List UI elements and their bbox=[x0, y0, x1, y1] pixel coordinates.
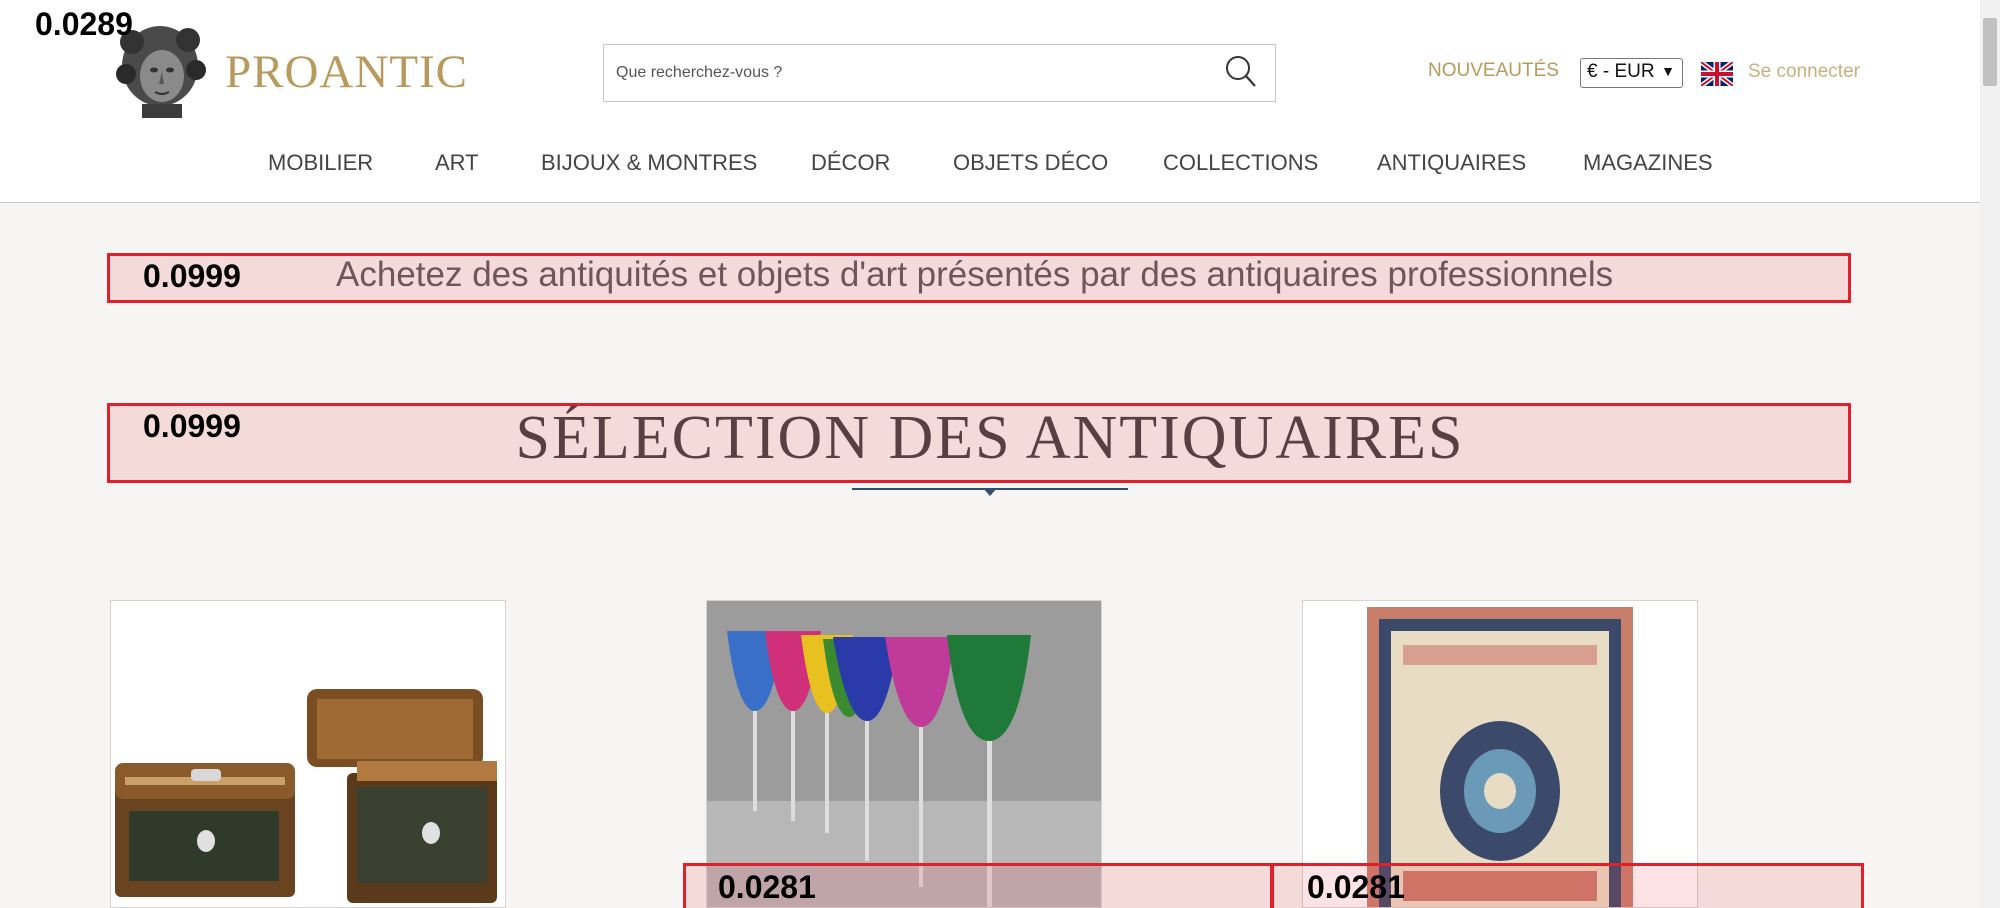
nav-item-collections[interactable]: COLLECTIONS bbox=[1163, 150, 1318, 176]
scrollbar[interactable] bbox=[1980, 0, 2000, 908]
nav-item-bijoux-montres[interactable]: BIJOUX & MONTRES bbox=[541, 150, 757, 176]
brand-name[interactable]: PROANTIC bbox=[225, 45, 468, 99]
search-box bbox=[603, 44, 1276, 102]
currency-value: € - EUR bbox=[1587, 61, 1655, 82]
overlay-box-tagline bbox=[107, 253, 1851, 303]
overlay-score-title: 0.0999 bbox=[143, 408, 241, 444]
overlay-score-tagline: 0.0999 bbox=[143, 258, 241, 294]
nav-item-art[interactable]: ART bbox=[435, 150, 479, 176]
currency-select[interactable]: € - EUR ▼ bbox=[1580, 58, 1683, 88]
nav-item-decor[interactable]: DÉCOR bbox=[811, 150, 890, 176]
nav-item-objets-deco[interactable]: OBJETS DÉCO bbox=[953, 150, 1108, 176]
nav-item-antiquaires[interactable]: ANTIQUAIRES bbox=[1377, 150, 1526, 176]
uk-flag-icon[interactable] bbox=[1701, 62, 1733, 86]
overlay-score-corner: 0.0289 bbox=[35, 6, 133, 42]
overlay-score-card2: 0.0281 bbox=[718, 869, 816, 905]
chevron-down-icon: ▼ bbox=[1661, 63, 1675, 79]
product-card-rug[interactable] bbox=[1302, 600, 1698, 908]
product-card-boxes[interactable] bbox=[110, 600, 506, 908]
overlay-box-title bbox=[107, 403, 1851, 483]
product-image-crystal-glasses bbox=[707, 601, 1101, 907]
nav-item-magazines[interactable]: MAGAZINES bbox=[1583, 150, 1713, 176]
nouveautes-link[interactable]: NOUVEAUTÉS bbox=[1428, 60, 1559, 82]
overlay-score-card3: 0.0281 bbox=[1307, 869, 1405, 905]
product-card-glasses[interactable] bbox=[706, 600, 1102, 908]
nav-item-mobilier[interactable]: MOBILIER bbox=[268, 150, 373, 176]
product-image-persian-rug bbox=[1303, 601, 1697, 907]
login-link[interactable]: Se connecter bbox=[1748, 61, 1860, 83]
search-icon[interactable] bbox=[1224, 54, 1258, 90]
search-input[interactable] bbox=[616, 45, 1196, 101]
scrollbar-thumb[interactable] bbox=[1983, 18, 1997, 86]
product-image-inlaid-boxes bbox=[111, 601, 505, 907]
title-divider-caret bbox=[983, 488, 997, 496]
